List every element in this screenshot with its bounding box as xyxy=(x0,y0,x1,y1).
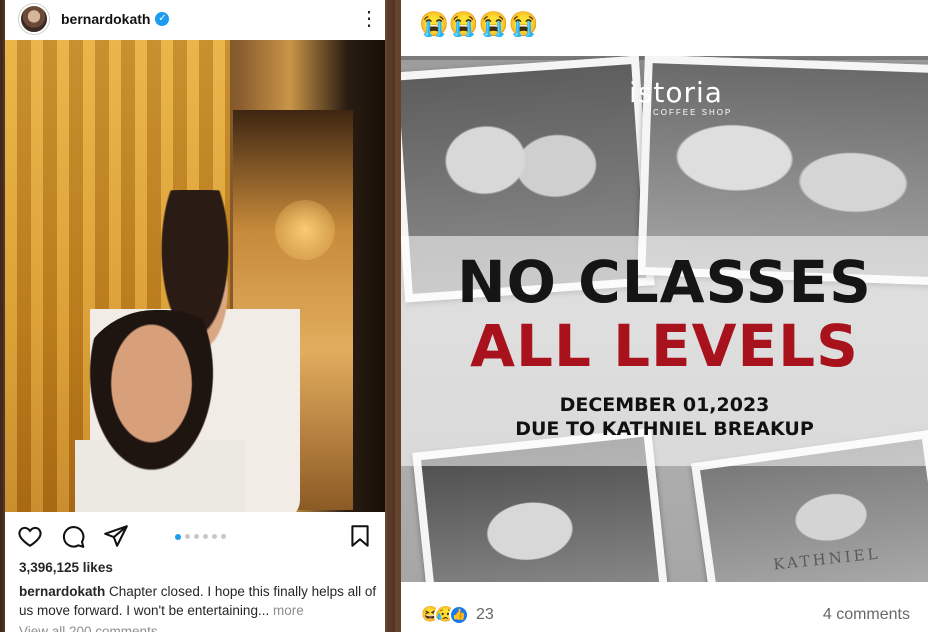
poster-date: DECEMBER 01,2023 xyxy=(559,394,770,416)
post-action-bar xyxy=(5,518,385,554)
post-text-emojis: 😭😭😭😭 xyxy=(419,11,539,38)
caption-username[interactable]: bernardokath xyxy=(19,584,105,599)
share-icon[interactable] xyxy=(103,523,129,549)
likes-count[interactable]: 3,396,125 likes xyxy=(19,560,113,575)
more-options-icon[interactable]: ⋮ xyxy=(359,9,379,29)
reaction-bar: 😆 😥 👍 23 4 comments xyxy=(401,598,928,632)
carousel-dot xyxy=(221,534,226,539)
comment-icon[interactable] xyxy=(60,523,86,549)
carousel-dot xyxy=(203,534,208,539)
photo-person-front xyxy=(75,310,245,512)
carousel-indicator xyxy=(175,533,226,540)
poster-headline: NO CLASSES xyxy=(457,248,872,316)
caption-more-link[interactable]: more xyxy=(269,603,304,618)
bookmark-icon[interactable] xyxy=(347,523,373,549)
reaction-count[interactable]: 23 xyxy=(476,606,494,624)
carousel-dot xyxy=(212,534,217,539)
avatar[interactable] xyxy=(19,4,49,34)
poster-headline-red: ALL LEVELS xyxy=(470,312,859,380)
reaction-icons[interactable]: 😆 😥 👍 xyxy=(419,605,469,625)
username[interactable]: bernardokath xyxy=(61,11,150,27)
brand-tagline: COFFEE SHOP xyxy=(653,108,733,117)
post-header: bernardokath ✓ ⋮ xyxy=(5,0,385,38)
verified-badge-icon: ✓ xyxy=(155,12,170,26)
instagram-post: bernardokath ✓ ⋮ 3,396,125 likes bernard… xyxy=(5,0,385,632)
facebook-post: 😭😭😭😭 istoria COFFEE SHOP NO CLASSES ALL … xyxy=(401,0,928,632)
post-caption: bernardokath Chapter closed. I hope this… xyxy=(19,582,377,620)
comments-count-link[interactable]: 4 comments xyxy=(823,606,910,624)
poster-reason: DUE TO KATHNIEL BREAKUP xyxy=(515,418,814,440)
view-comments-link[interactable]: View all 200 comments xyxy=(19,624,158,632)
brand-logo: istoria xyxy=(629,76,723,109)
post-photo[interactable] xyxy=(5,40,385,512)
carousel-dot xyxy=(185,534,190,539)
carousel-dot xyxy=(175,533,181,540)
like-reaction-icon: 👍 xyxy=(449,605,469,625)
heart-icon[interactable] xyxy=(17,523,43,549)
carousel-dot xyxy=(194,534,199,539)
announcement-poster[interactable]: istoria COFFEE SHOP NO CLASSES ALL LEVEL… xyxy=(401,56,928,582)
